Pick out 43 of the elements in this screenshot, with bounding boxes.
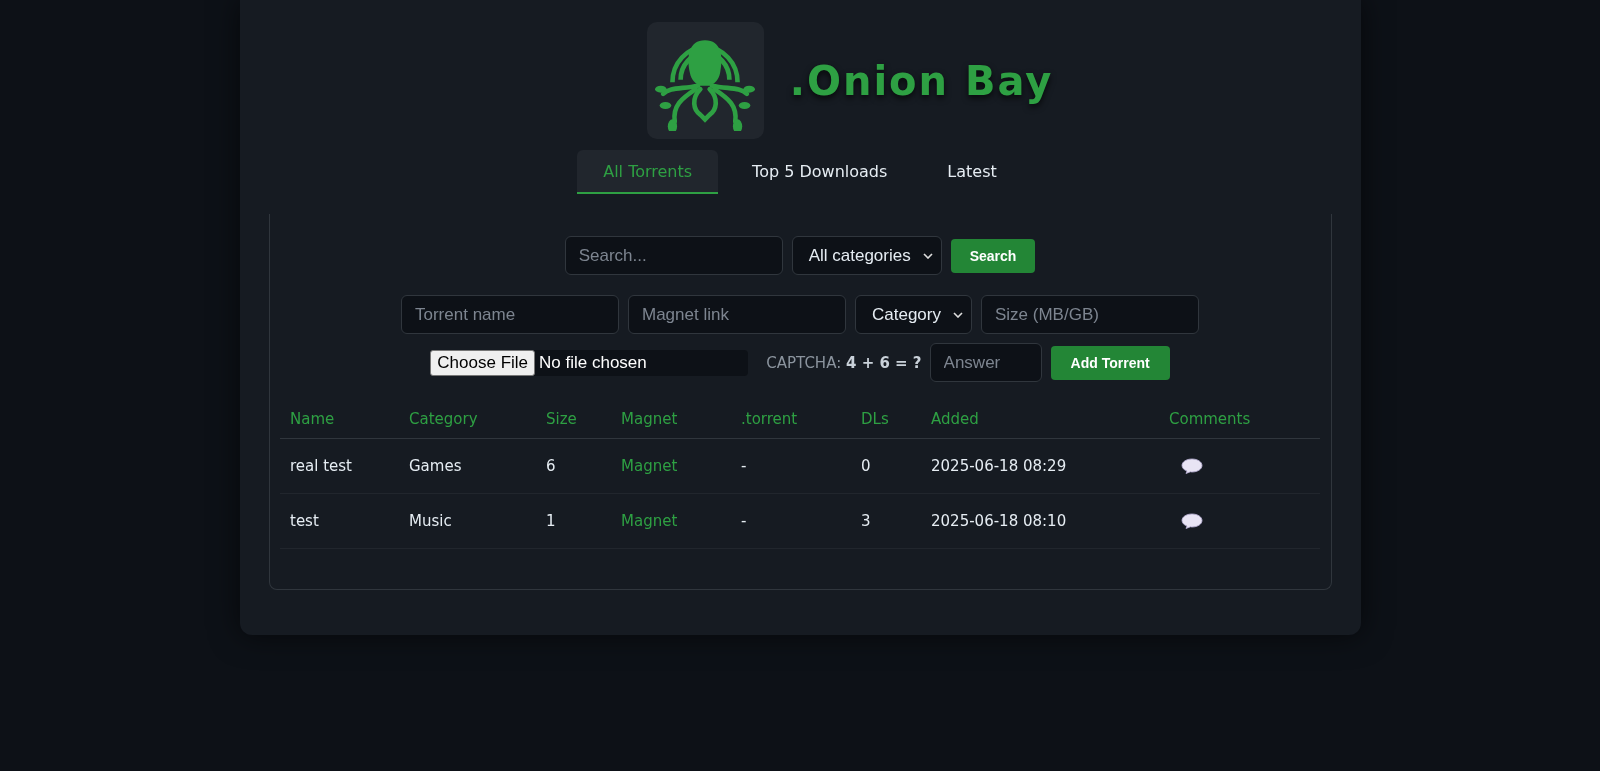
column-header: DLs (861, 410, 889, 428)
chevron-down-icon (922, 252, 933, 259)
search-button[interactable]: Search (950, 238, 1036, 273)
nav-tab[interactable]: Latest (921, 150, 1023, 194)
column-header: Size (546, 410, 577, 428)
add-torrent-button[interactable]: Add Torrent (1050, 345, 1170, 380)
column-header: Category (409, 410, 478, 428)
table-cell: - (741, 512, 747, 530)
chevron-down-icon (953, 311, 963, 318)
nav-tab[interactable]: Top 5 Downloads (726, 150, 914, 194)
site-title: .Onion Bay (789, 57, 1054, 104)
table-cell: Music (409, 512, 452, 530)
magnet-link[interactable]: Magnet (621, 457, 678, 475)
column-header: .torrent (741, 410, 798, 428)
magnet-link[interactable]: Magnet (621, 512, 678, 530)
column-header: Name (290, 410, 335, 428)
column-header: Comments (1169, 410, 1251, 428)
column-header: Added (931, 410, 979, 428)
column-header: Magnet (621, 410, 678, 428)
table-cell: 1 (546, 512, 556, 530)
file-status: No file chosen (539, 352, 647, 373)
category-select[interactable]: All categories (791, 236, 942, 275)
nav-tab[interactable]: All Torrents (577, 150, 719, 194)
torrent-name-field[interactable]: Torrent name (401, 295, 619, 334)
choose-file-button[interactable]: Choose File (430, 349, 536, 376)
table-cell: - (741, 457, 747, 475)
table-cell: 6 (546, 457, 556, 475)
table-cell: real test (290, 457, 352, 475)
table-cell: Games (409, 457, 462, 475)
table-cell: 3 (861, 512, 871, 530)
magnet-link-field[interactable]: Magnet link (628, 295, 846, 334)
table-cell: 0 (861, 457, 871, 475)
category-select[interactable]: Category (855, 295, 972, 334)
speech-bubble-icon[interactable] (1181, 458, 1203, 474)
size-field[interactable]: Size (MB/GB) (981, 295, 1199, 334)
table-cell: 2025-06-18 08:29 (931, 457, 1067, 475)
captcha-question: CAPTCHA: 4 + 6 = ? (766, 353, 922, 372)
search-field[interactable]: Search... (564, 236, 783, 275)
octopus-logo-icon (646, 22, 764, 139)
speech-bubble-icon[interactable] (1181, 513, 1203, 529)
table-cell: test (290, 512, 319, 530)
table-cell: 2025-06-18 08:10 (931, 512, 1067, 530)
captcha-answer-field[interactable]: Answer (929, 343, 1042, 382)
